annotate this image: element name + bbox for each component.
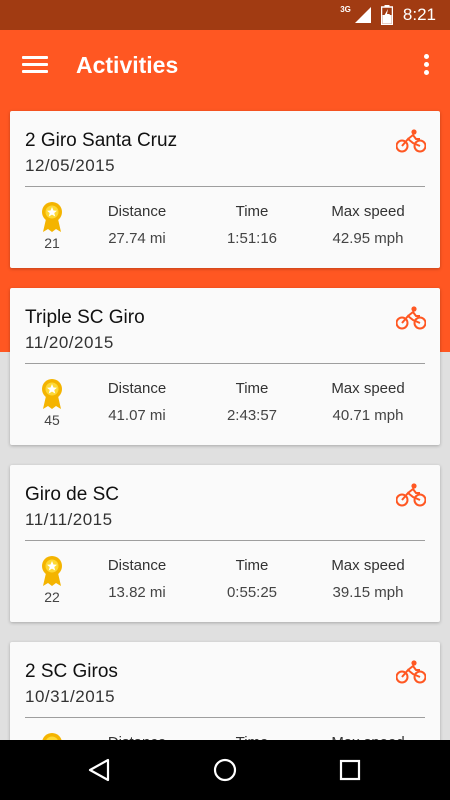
time-value: 1:51:16: [226, 230, 278, 247]
activity-card[interactable]: 2 Giro Santa Cruz 12/05/2015 21 Distance…: [10, 111, 440, 268]
activity-list: 2 Giro Santa Cruz 12/05/2015 21 Distance…: [10, 111, 440, 800]
time-value: 2:43:57: [226, 407, 278, 424]
distance-label: Distance: [107, 380, 167, 397]
status-bar: 3G 8:21: [0, 0, 450, 30]
award-count: 22: [44, 589, 60, 605]
award-count: 21: [44, 235, 60, 251]
max-speed-stat: Max speed 40.71 mph: [308, 380, 428, 424]
hamburger-menu-icon[interactable]: [22, 56, 48, 78]
time-label: Time: [235, 380, 269, 397]
award-ribbon-icon: [42, 202, 62, 232]
bike-icon: [396, 306, 426, 330]
distance-label: Distance: [107, 203, 167, 220]
time-stat: Time 2:43:57: [192, 380, 312, 424]
back-icon[interactable]: [88, 758, 110, 782]
activity-card[interactable]: Triple SC Giro 11/20/2015 45 Distance 41.…: [10, 288, 440, 445]
max-speed-value: 39.15 mph: [332, 584, 404, 601]
distance-stat: Distance 27.74 mi: [77, 203, 197, 247]
max-speed-stat: Max speed 39.15 mph: [308, 557, 428, 601]
activity-date: 11/20/2015: [25, 333, 114, 352]
activity-name: 2 Giro Santa Cruz: [25, 130, 178, 151]
activity-card[interactable]: Giro de SC 11/11/2015 22 Distance 13.82 m…: [10, 465, 440, 622]
divider: [25, 717, 425, 718]
activity-date: 10/31/2015: [25, 687, 116, 706]
distance-stat: Distance 13.82 mi: [77, 557, 197, 601]
bike-icon: [396, 660, 426, 684]
time-label: Time: [235, 557, 269, 574]
recents-icon[interactable]: [339, 758, 361, 782]
distance-value: 13.82 mi: [108, 584, 166, 601]
divider: [25, 363, 425, 364]
time-value: 0:55:25: [226, 584, 278, 601]
time-stat: Time 1:51:16: [192, 203, 312, 247]
system-nav-bar: [0, 740, 450, 800]
max-speed-value: 42.95 mph: [332, 230, 404, 247]
divider: [25, 186, 425, 187]
clock: 8:21: [402, 5, 436, 24]
activity-name: Triple SC Giro: [25, 307, 145, 328]
distance-label: Distance: [107, 557, 167, 574]
max-speed-stat: Max speed 42.95 mph: [308, 203, 428, 247]
time-label: Time: [235, 203, 269, 220]
max-speed-label: Max speed: [331, 557, 405, 574]
activity-date: 12/05/2015: [25, 156, 116, 175]
signal-icon: [354, 7, 371, 23]
network-type: 3G: [340, 4, 351, 14]
max-speed-label: Max speed: [331, 203, 405, 220]
bike-icon: [396, 129, 426, 153]
activity-name: Giro de SC: [25, 484, 119, 505]
distance-value: 27.74 mi: [108, 230, 166, 247]
battery-icon: [380, 5, 393, 25]
divider: [25, 540, 425, 541]
max-speed-label: Max speed: [331, 380, 405, 397]
home-icon[interactable]: [213, 758, 237, 782]
award-ribbon-icon: [42, 379, 62, 409]
distance-value: 41.07 mi: [108, 407, 166, 424]
max-speed-value: 40.71 mph: [332, 407, 404, 424]
more-vert-icon[interactable]: [424, 54, 430, 80]
bike-icon: [396, 483, 426, 507]
activity-date: 11/11/2015: [25, 510, 113, 529]
time-stat: Time 0:55:25: [192, 557, 312, 601]
app-bar: Activities: [0, 30, 450, 104]
distance-stat: Distance 41.07 mi: [77, 380, 197, 424]
page-title: Activities: [76, 52, 179, 78]
award-ribbon-icon: [42, 556, 62, 586]
award-count: 45: [44, 412, 60, 428]
activity-name: 2 SC Giros: [25, 661, 118, 682]
